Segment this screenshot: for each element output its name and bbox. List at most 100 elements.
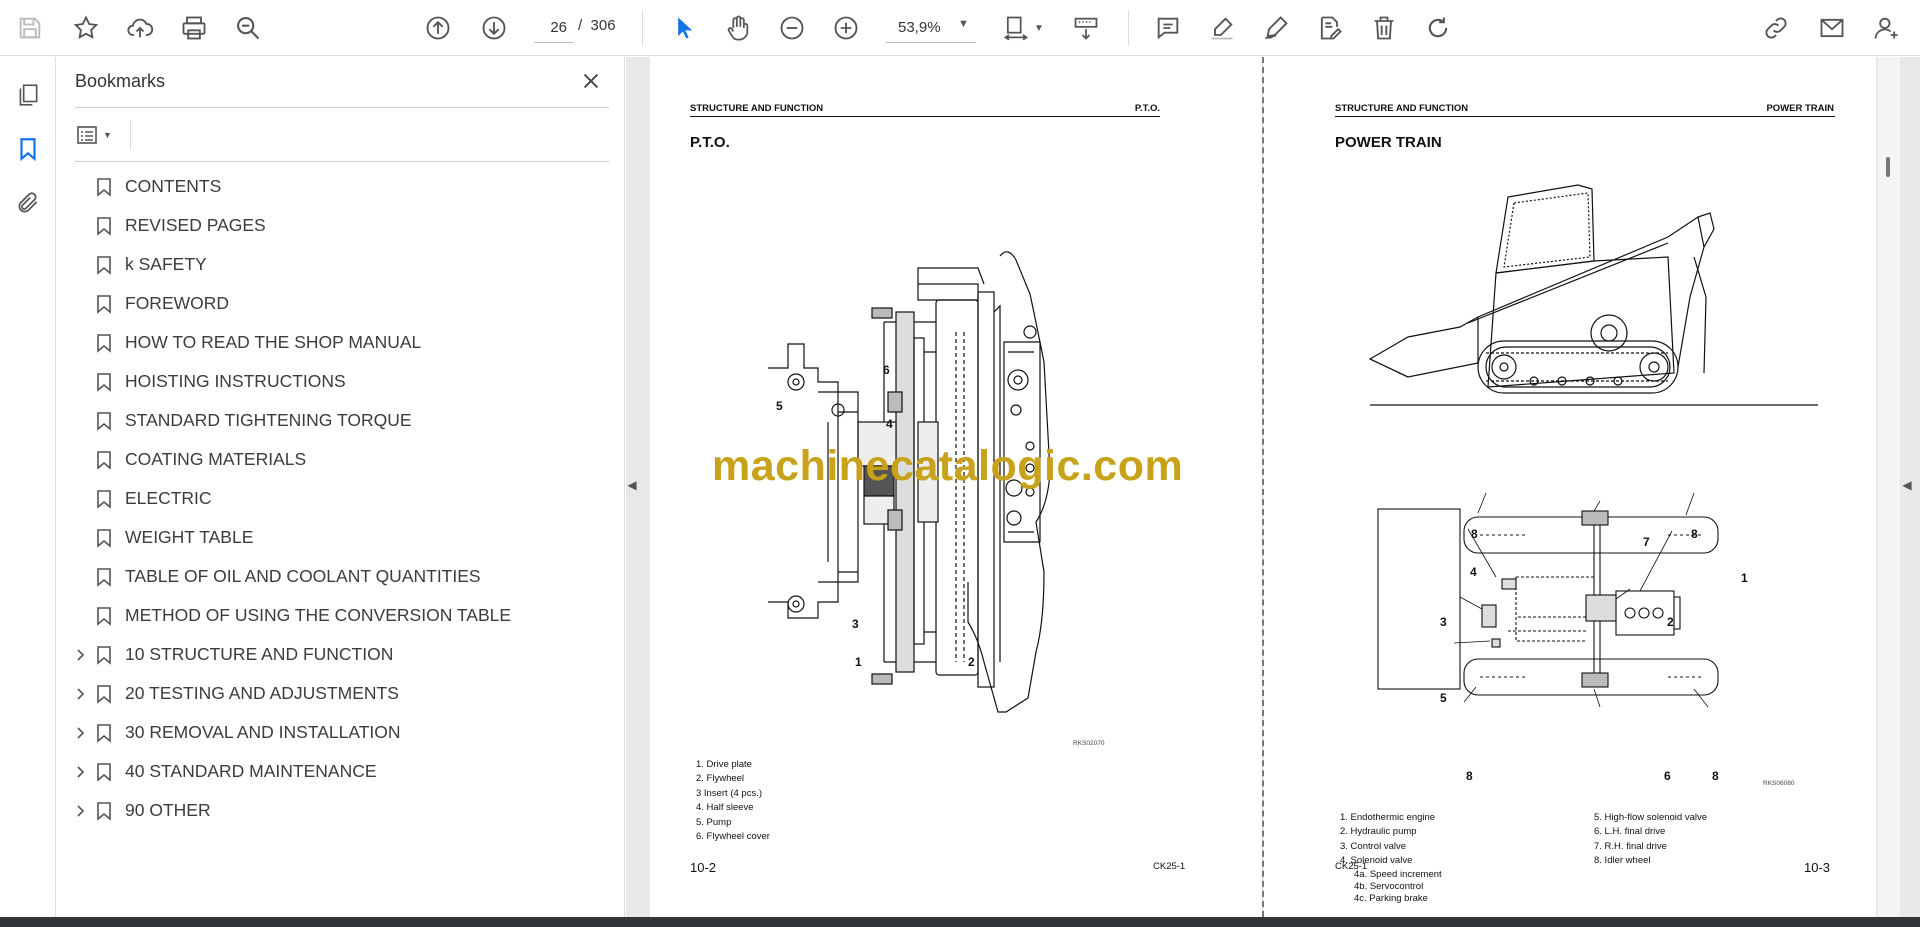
bookmarks-icon[interactable] (10, 131, 46, 167)
toolbar-divider (642, 10, 643, 46)
scroll-mode-icon[interactable] (1066, 8, 1106, 48)
bookmark-item[interactable]: WEIGHT TABLE (57, 518, 625, 557)
comment-icon[interactable] (1148, 8, 1188, 48)
save-icon[interactable] (10, 8, 50, 48)
page-fit-dropdown-icon[interactable]: ▼ (1030, 8, 1048, 48)
collapse-panel-left-icon[interactable]: ◀ (626, 470, 638, 500)
legend-item: 1. Drive plate (696, 759, 752, 770)
share-link-icon[interactable] (1756, 8, 1796, 48)
page-thumbnails-icon[interactable] (10, 77, 46, 113)
chevron-right-icon[interactable] (73, 765, 87, 779)
bookmark-label: WEIGHT TABLE (125, 527, 254, 547)
chevron-right-icon[interactable] (73, 804, 87, 818)
draw-signature-icon[interactable] (1256, 8, 1296, 48)
bookmark-item[interactable]: CONTENTS (57, 167, 625, 206)
chevron-right-icon[interactable] (73, 648, 87, 662)
callout-1: 1 (1741, 571, 1748, 585)
callout-7: 7 (1643, 535, 1650, 549)
legend-item: 2. Hydraulic pump (1340, 826, 1417, 838)
bookmark-label: 90 OTHER (125, 800, 211, 820)
bookmark-item[interactable]: 90 OTHER (57, 791, 625, 830)
account-icon[interactable] (1866, 8, 1906, 48)
callout-6: 6 (1664, 769, 1671, 783)
bookmark-icon (95, 567, 113, 587)
select-cursor-icon[interactable] (664, 8, 704, 48)
email-icon[interactable] (1812, 8, 1852, 48)
page-header-topic: POWER TRAIN (1766, 103, 1834, 114)
loader-illustration (1368, 184, 1818, 406)
callout-2: 2 (1667, 615, 1674, 629)
bookmark-label: REVISED PAGES (125, 215, 266, 235)
bookmark-icon (95, 489, 113, 509)
callout-5: 5 (776, 399, 783, 413)
bookmark-label: STANDARD TIGHTENING TORQUE (125, 410, 412, 430)
bookmark-label: 30 REMOVAL AND INSTALLATION (125, 722, 401, 742)
vertical-scrollbar[interactable] (1878, 57, 1900, 917)
header-rule (1335, 116, 1835, 117)
bookmark-icon (95, 216, 113, 236)
hand-tool-icon[interactable] (718, 8, 758, 48)
callout-8: 8 (1471, 527, 1478, 541)
bookmark-options-button[interactable]: ▼ (75, 119, 123, 151)
zoom-out-icon[interactable] (772, 8, 812, 48)
collapse-panel-right-icon[interactable]: ◀ (1900, 470, 1914, 500)
bookmark-icon (95, 294, 113, 314)
bookmark-icon (95, 762, 113, 782)
options-dropdown-icon: ▼ (103, 130, 112, 140)
legend-item: 6. Flywheel cover (696, 831, 770, 843)
chevron-right-icon[interactable] (73, 687, 87, 701)
zoom-search-icon[interactable] (228, 8, 268, 48)
bookmark-icon (95, 450, 113, 470)
bookmark-icon (95, 528, 113, 548)
bookmark-item[interactable]: COATING MATERIALS (57, 440, 625, 479)
bookmark-item[interactable]: 30 REMOVAL AND INSTALLATION (57, 713, 625, 752)
bookmark-item[interactable]: STANDARD TIGHTENING TORQUE (57, 401, 625, 440)
bookmark-label: TABLE OF OIL AND COOLANT QUANTITIES (125, 566, 481, 586)
callout-8: 8 (1466, 769, 1473, 783)
attachments-icon[interactable] (10, 185, 46, 221)
close-icon[interactable] (577, 67, 605, 95)
document-code: CK25-1 (1335, 861, 1368, 872)
bookmark-item[interactable]: METHOD OF USING THE CONVERSION TABLE (57, 596, 625, 635)
legend-item: 3. Control valve (1340, 840, 1407, 852)
bookmark-label: 40 STANDARD MAINTENANCE (125, 761, 377, 781)
bookmark-item[interactable]: 20 TESTING AND ADJUSTMENTS (57, 674, 625, 713)
zoom-in-icon[interactable] (826, 8, 866, 48)
zoom-dropdown-icon[interactable]: ▼ (958, 18, 969, 30)
bookmark-item[interactable]: HOW TO READ THE SHOP MANUAL (57, 323, 625, 362)
bookmark-item[interactable]: HOISTING INSTRUCTIONS (57, 362, 625, 401)
bookmark-item[interactable]: k SAFETY (57, 245, 625, 284)
edit-pdf-icon[interactable] (1310, 8, 1350, 48)
print-icon[interactable] (174, 8, 214, 48)
legend-item: 5. High-flow solenoid valve (1594, 812, 1708, 823)
previous-page-icon[interactable] (418, 8, 458, 48)
rotate-icon[interactable] (1418, 8, 1458, 48)
callout-6: 6 (883, 363, 890, 377)
trash-icon[interactable] (1364, 8, 1404, 48)
bookmark-icon (95, 372, 113, 392)
scrollbar-thumb[interactable] (1886, 157, 1890, 177)
cloud-upload-icon[interactable] (120, 8, 160, 48)
bookmark-icon (95, 333, 113, 353)
callout-1: 1 (855, 655, 862, 669)
next-page-icon[interactable] (474, 8, 514, 48)
page-number-input[interactable]: 26 (534, 13, 574, 43)
pto-drawing (768, 251, 1051, 713)
bookmark-item[interactable]: TABLE OF OIL AND COOLANT QUANTITIES (57, 557, 625, 596)
bookmark-item[interactable]: ELECTRIC (57, 479, 625, 518)
star-icon[interactable] (66, 8, 106, 48)
panel-divider (75, 161, 609, 162)
bookmark-icon (95, 801, 113, 821)
highlight-pen-icon[interactable] (1202, 8, 1242, 48)
bookmark-item[interactable]: REVISED PAGES (57, 206, 625, 245)
bookmark-icon (95, 411, 113, 431)
bookmark-item[interactable]: 10 STRUCTURE AND FUNCTION (57, 635, 625, 674)
bookmark-item[interactable]: 40 STANDARD MAINTENANCE (57, 752, 625, 791)
bookmark-item[interactable]: FOREWORD (57, 284, 625, 323)
legend-item: 7. R.H. final drive (1594, 840, 1667, 852)
bookmark-label: 20 TESTING AND ADJUSTMENTS (125, 683, 399, 703)
page-count: / 306 (578, 17, 616, 34)
chevron-right-icon[interactable] (73, 726, 87, 740)
page-header-section: STRUCTURE AND FUNCTION (1335, 103, 1469, 114)
bookmark-label: COATING MATERIALS (125, 449, 307, 469)
